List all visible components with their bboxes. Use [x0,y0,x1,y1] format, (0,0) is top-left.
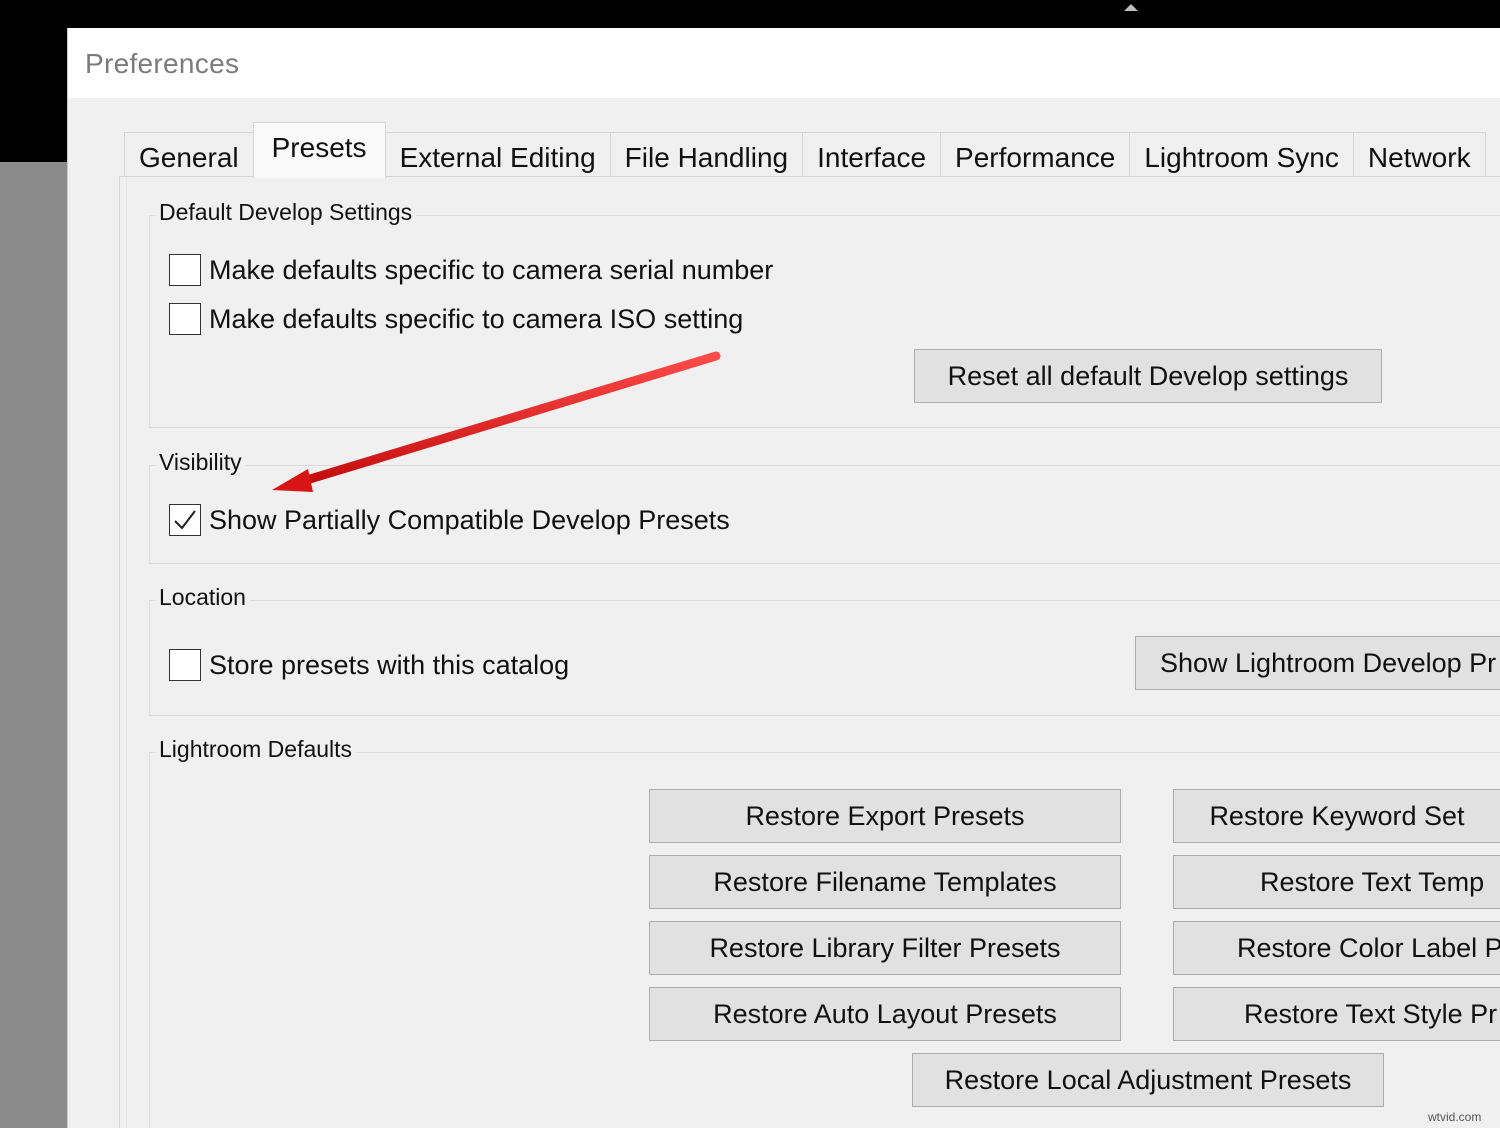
visibility-title: Visibility [156,449,246,476]
serial-number-option[interactable]: Make defaults specific to camera serial … [169,254,773,286]
restore-text-templates-button[interactable]: Restore Text Temp [1173,855,1500,909]
store-presets-option[interactable]: Store presets with this catalog [169,649,569,681]
tab-network[interactable]: Network [1353,132,1486,178]
dialog-title: Preferences [85,48,240,79]
reset-develop-defaults-button[interactable]: Reset all default Develop settings [914,349,1382,403]
show-develop-presets-button[interactable]: Show Lightroom Develop Pr [1135,636,1500,690]
title-bar: Preferences [68,28,1500,98]
tab-presets[interactable]: Presets [252,122,386,178]
tab-performance[interactable]: Performance [941,132,1131,178]
default-develop-title: Default Develop Settings [156,199,417,226]
tab-interface[interactable]: Interface [803,132,942,178]
restore-color-label-presets-button[interactable]: Restore Color Label P [1173,921,1500,975]
checkmark-icon [174,510,196,530]
iso-option[interactable]: Make defaults specific to camera ISO set… [169,303,743,335]
preferences-dialog: Preferences General Presets External Edi… [67,28,1500,1128]
serial-number-checkbox[interactable] [169,254,201,286]
tab-lightroom-sync[interactable]: Lightroom Sync [1130,132,1354,178]
tab-file-handling[interactable]: File Handling [610,132,804,178]
tab-bar: General Presets External Editing File Ha… [124,122,1486,178]
caret-up-icon [1124,4,1138,11]
restore-auto-layout-presets-button[interactable]: Restore Auto Layout Presets [649,987,1121,1041]
serial-number-label: Make defaults specific to camera serial … [209,254,774,285]
restore-library-filter-presets-button[interactable]: Restore Library Filter Presets [649,921,1121,975]
restore-filename-templates-button[interactable]: Restore Filename Templates [649,855,1121,909]
partial-presets-option[interactable]: Show Partially Compatible Develop Preset… [169,504,730,536]
background-app-area [0,162,70,1128]
store-presets-checkbox[interactable] [169,649,201,681]
restore-export-presets-button[interactable]: Restore Export Presets [649,789,1121,843]
restore-text-style-presets-button[interactable]: Restore Text Style Pr [1173,987,1500,1041]
watermark: wtvid.com [1428,1110,1482,1124]
tab-general[interactable]: General [124,132,254,178]
restore-local-adjustment-presets-button[interactable]: Restore Local Adjustment Presets [912,1053,1384,1107]
partial-presets-checkbox[interactable] [169,504,201,536]
restore-keyword-set-button[interactable]: Restore Keyword Set [1173,789,1500,843]
iso-checkbox[interactable] [169,303,201,335]
tab-external-editing[interactable]: External Editing [385,132,611,178]
lightroom-defaults-title: Lightroom Defaults [156,736,357,763]
partial-presets-label: Show Partially Compatible Develop Preset… [209,504,730,535]
iso-label: Make defaults specific to camera ISO set… [209,303,744,334]
location-title: Location [156,584,250,611]
store-presets-label: Store presets with this catalog [209,649,570,680]
